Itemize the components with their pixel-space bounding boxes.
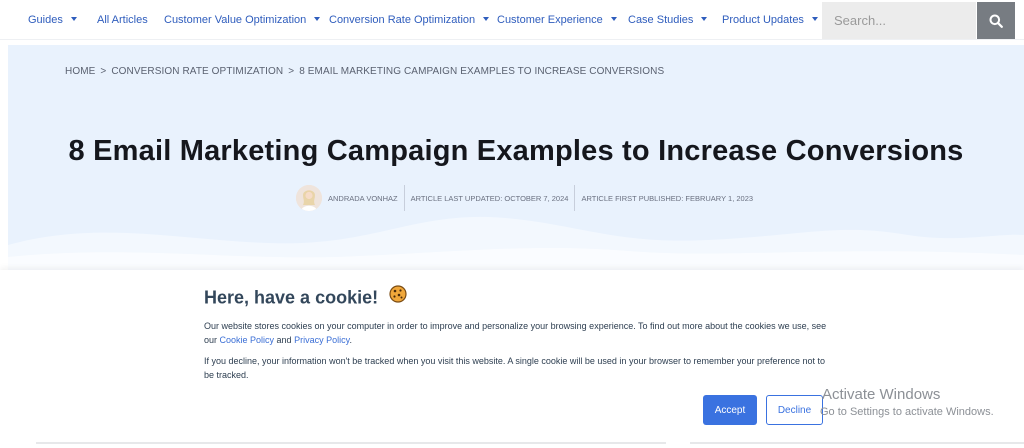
- caret-down-icon: [314, 17, 321, 22]
- search-input[interactable]: [822, 2, 976, 39]
- nav-item-all-articles[interactable]: All Articles: [97, 0, 148, 40]
- avatar: [296, 185, 322, 211]
- cookie-title-text: Here, have a cookie!: [204, 287, 379, 308]
- cookie-banner: Here, have a cookie! Our website stores …: [0, 270, 1024, 448]
- cookie-policy-link[interactable]: Cookie Policy: [220, 335, 275, 345]
- nav-item-label: All Articles: [97, 14, 148, 26]
- last-updated: ARTICLE LAST UPDATED: OCTOBER 7, 2024: [410, 193, 569, 203]
- meta-divider: [403, 185, 405, 211]
- caret-down-icon: [483, 17, 490, 22]
- breadcrumb: HOME > CONVERSION RATE OPTIMIZATION >8 EMAI…: [65, 66, 664, 77]
- search-button[interactable]: [977, 2, 1015, 39]
- nav-item-label: Customer Experience: [497, 14, 603, 26]
- nav-item-label: Customer Value Optimization: [164, 14, 307, 26]
- cookie-description: Our website stores cookies on your compu…: [204, 319, 834, 347]
- caret-down-icon: [70, 17, 77, 22]
- page-content-edge: [36, 442, 666, 444]
- windows-activation-watermark: Activate Windows Go to Settings to activ…: [820, 386, 994, 418]
- author-name[interactable]: ANDRADA VONHAZ: [328, 194, 398, 203]
- nav-item-product-updates[interactable]: Product Updates: [722, 0, 818, 40]
- search-icon: [989, 14, 1003, 28]
- watermark-subtitle: Go to Settings to activate Windows.: [820, 406, 994, 418]
- accept-button[interactable]: Accept: [703, 395, 757, 425]
- cookie-and-text: and: [274, 335, 295, 345]
- nav-item-label: Guides: [28, 14, 63, 26]
- nav-item-customer-value-optimization[interactable]: Customer Value Optimization: [164, 0, 321, 40]
- breadcrumb-category[interactable]: CONVERSION RATE OPTIMIZATION: [111, 66, 283, 77]
- breadcrumb-current: 8 EMAIL MARKETING CAMPAIGN EXAMPLES TO I…: [299, 66, 665, 77]
- first-published: ARTICLE FIRST PUBLISHED: FEBRUARY 1, 202…: [581, 193, 754, 203]
- nav-item-label: Conversion Rate Optimization: [329, 14, 476, 26]
- page-title: 8 Email Marketing Campaign Examples to I…: [68, 135, 964, 167]
- watermark-title: Activate Windows: [822, 386, 941, 403]
- article-hero: HOME > CONVERSION RATE OPTIMIZATION >8 EMAI…: [8, 45, 1024, 270]
- article-meta: ANDRADA VONHAZ ARTICLE LAST UPDATED: OCT…: [296, 183, 753, 213]
- top-navigation: Guides All Articles Customer Value Optim…: [0, 0, 1024, 40]
- cookie-icon: [389, 285, 407, 308]
- cookie-description-end: .: [349, 335, 352, 345]
- breadcrumb-separator: >: [288, 66, 295, 77]
- nav-item-label: Product Updates: [722, 14, 804, 26]
- nav-item-customer-experience[interactable]: Customer Experience: [497, 0, 617, 40]
- breadcrumb-home[interactable]: HOME: [65, 66, 95, 77]
- cookie-banner-title: Here, have a cookie!: [204, 285, 407, 310]
- nav-item-conversion-rate-optimization[interactable]: Conversion Rate Optimization: [329, 0, 490, 40]
- nav-item-case-studies[interactable]: Case Studies: [628, 0, 708, 40]
- meta-divider: [574, 185, 576, 211]
- caret-down-icon: [610, 17, 617, 22]
- author-avatar-image: [296, 185, 322, 211]
- caret-down-icon: [701, 17, 708, 22]
- search-box: [822, 2, 976, 39]
- page-content-edge: [690, 442, 1024, 444]
- decline-button[interactable]: Decline: [766, 395, 823, 425]
- caret-down-icon: [811, 17, 818, 22]
- nav-item-guides[interactable]: Guides: [28, 0, 77, 40]
- cookie-decline-info: If you decline, your information won't b…: [204, 356, 826, 380]
- breadcrumb-separator: >: [100, 66, 107, 77]
- privacy-policy-link[interactable]: Privacy Policy: [294, 335, 349, 345]
- nav-item-label: Case Studies: [628, 14, 694, 26]
